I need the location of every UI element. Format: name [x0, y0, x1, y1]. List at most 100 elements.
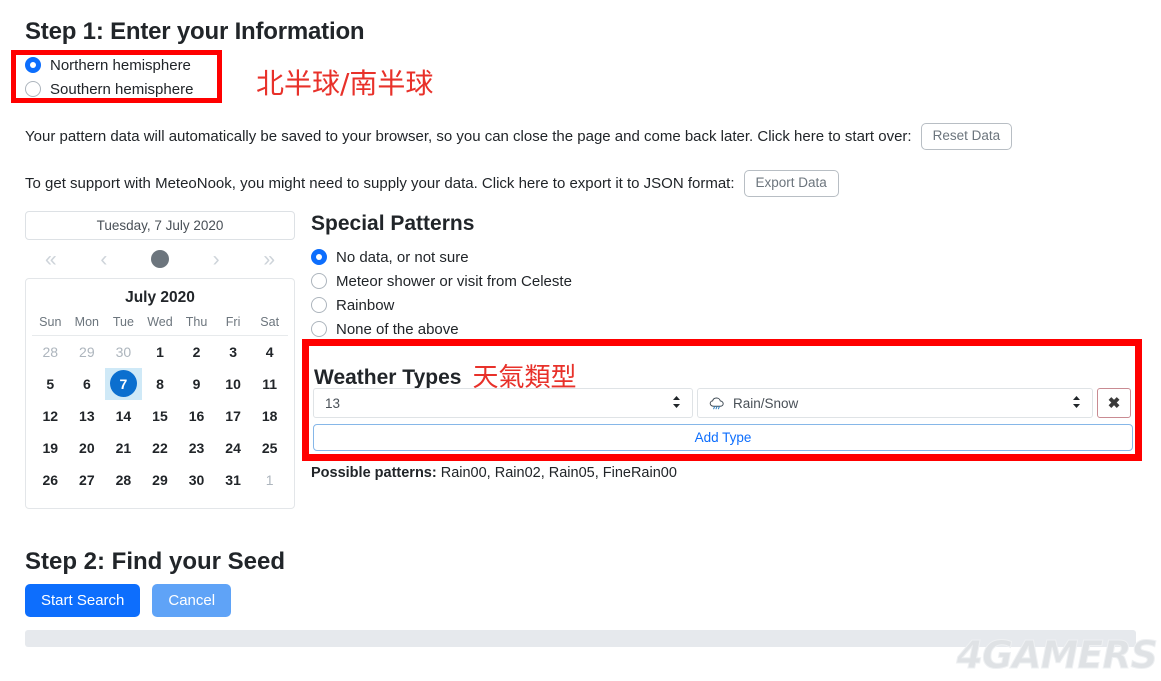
radio-southern-hemisphere-indicator[interactable] — [25, 81, 41, 97]
calendar-day[interactable]: 19 — [32, 432, 69, 464]
calendar-day[interactable]: 22 — [142, 432, 179, 464]
radio-meteor-shower[interactable]: Meteor shower or visit from Celeste — [311, 269, 711, 293]
calendar-day[interactable]: 27 — [69, 464, 106, 496]
calendar-weekday-row: Sun Mon Tue Wed Thu Fri Sat — [32, 314, 288, 336]
calendar-week-row: 12 13 14 15 16 17 18 — [32, 400, 288, 432]
step1-heading: Step 1: Enter your Information — [25, 18, 365, 45]
radio-rainbow[interactable]: Rainbow — [311, 293, 711, 317]
export-notice-text: To get support with MeteoNook, you might… — [25, 174, 735, 192]
radio-none-of-the-above-indicator[interactable] — [311, 321, 327, 337]
radio-rainbow-indicator[interactable] — [311, 297, 327, 313]
calendar-day[interactable]: 17 — [215, 400, 252, 432]
watermark-4gamers: 4GAMERS — [956, 633, 1158, 678]
weekday-thu: Thu — [178, 314, 215, 336]
possible-patterns-values: Rain00, Rain02, Rain05, FineRain00 — [440, 465, 677, 481]
calendar-day[interactable]: 6 — [69, 368, 106, 400]
hemisphere-annotation-cn: 北半球/南半球 — [256, 67, 434, 100]
calendar-day[interactable]: 31 — [215, 464, 252, 496]
weekday-fri: Fri — [214, 314, 252, 336]
radio-northern-hemisphere-label: Northern hemisphere — [50, 56, 191, 74]
weather-types-header: Weather Types 天氣類型 — [314, 355, 576, 393]
weather-hour-select[interactable]: 13 — [313, 388, 693, 418]
weather-type-select[interactable]: Rain/Snow — [697, 388, 1093, 418]
weather-type-value-wrap: Rain/Snow — [709, 396, 798, 411]
radio-southern-hemisphere[interactable]: Southern hemisphere — [25, 77, 215, 101]
radio-rainbow-label: Rainbow — [336, 296, 395, 314]
calendar-day[interactable]: 2 — [178, 336, 215, 368]
cloud-rain-icon — [709, 396, 726, 411]
start-search-button[interactable]: Start Search — [25, 584, 141, 617]
radio-southern-hemisphere-label: Southern hemisphere — [50, 80, 194, 98]
calendar-day[interactable]: 30 — [178, 464, 215, 496]
calendar-day[interactable]: 13 — [69, 400, 106, 432]
radio-none-of-the-above-label: None of the above — [336, 320, 459, 338]
export-notice-line: To get support with MeteoNook, you might… — [25, 170, 839, 197]
radio-no-data-indicator[interactable] — [311, 249, 327, 265]
calendar-day[interactable]: 3 — [215, 336, 252, 368]
calendar-day[interactable]: 12 — [32, 400, 69, 432]
calendar-day[interactable]: 16 — [178, 400, 215, 432]
next-year-icon[interactable]: » — [263, 249, 275, 270]
chevron-updown-icon[interactable] — [670, 395, 683, 411]
calendar-day[interactable]: 1 — [142, 336, 179, 368]
possible-patterns-line: Possible patterns: Rain00, Rain02, Rain0… — [311, 465, 677, 481]
calendar-day[interactable]: 15 — [142, 400, 179, 432]
reset-data-button[interactable]: Reset Data — [920, 123, 1013, 150]
calendar-day[interactable]: 14 — [105, 400, 142, 432]
add-weather-type-button[interactable]: Add Type — [313, 424, 1133, 451]
weekday-mon: Mon — [68, 314, 106, 336]
calendar-day[interactable]: 18 — [251, 400, 288, 432]
calendar-day[interactable]: 28 — [32, 336, 69, 368]
weather-type-value: Rain/Snow — [733, 395, 799, 411]
calendar-month-title: July 2020 — [125, 289, 195, 306]
calendar-day[interactable]: 9 — [178, 368, 215, 400]
calendar-week-row: 28 29 30 1 2 3 4 — [32, 336, 288, 368]
radio-no-data[interactable]: No data, or not sure — [311, 245, 711, 269]
selected-date-display[interactable]: Tuesday, 7 July 2020 — [25, 211, 295, 240]
weekday-sat: Sat — [251, 314, 288, 336]
calendar-day[interactable]: 29 — [69, 336, 106, 368]
export-data-button[interactable]: Export Data — [743, 170, 839, 197]
calendar-body: 28 29 30 1 2 3 4 5 6 7 8 9 10 11 12 13 1… — [32, 336, 288, 496]
calendar-day[interactable]: 11 — [251, 368, 288, 400]
calendar-day[interactable]: 29 — [142, 464, 179, 496]
calendar-day[interactable]: 21 — [105, 432, 142, 464]
radio-meteor-shower-indicator[interactable] — [311, 273, 327, 289]
next-month-icon[interactable]: › — [213, 249, 220, 270]
step2-action-buttons: Start Search Cancel — [25, 584, 232, 617]
calendar-day[interactable]: 20 — [69, 432, 106, 464]
radio-none-of-the-above[interactable]: None of the above — [311, 317, 711, 341]
calendar-day[interactable]: 10 — [215, 368, 252, 400]
step2-heading: Step 2: Find your Seed — [25, 548, 286, 575]
chevron-updown-icon[interactable] — [1070, 395, 1083, 411]
calendar-day[interactable]: 1 — [251, 464, 288, 496]
calendar-day[interactable]: 23 — [178, 432, 215, 464]
radio-northern-hemisphere-indicator[interactable] — [25, 57, 41, 73]
weather-types-heading: Weather Types — [314, 366, 462, 389]
save-notice-line: Your pattern data will automatically be … — [25, 123, 1013, 150]
calendar-day[interactable]: 24 — [215, 432, 252, 464]
calendar-day[interactable]: 26 — [32, 464, 69, 496]
calendar-day[interactable]: 5 — [32, 368, 69, 400]
calendar-day[interactable]: 4 — [251, 336, 288, 368]
calendar-day-selected[interactable]: 7 — [105, 367, 142, 400]
delete-weather-type-button[interactable]: ✖ — [1097, 388, 1131, 418]
calendar-day[interactable]: 25 — [251, 432, 288, 464]
weather-type-row: 13 Rain/Snow ✖ — [313, 388, 1133, 418]
cancel-button[interactable]: Cancel — [152, 584, 232, 617]
calendar-day[interactable]: 28 — [105, 464, 142, 496]
save-notice-text: Your pattern data will automatically be … — [25, 127, 912, 145]
calendar-week-row: 26 27 28 29 30 31 1 — [32, 464, 288, 496]
today-circle-icon[interactable] — [151, 250, 169, 268]
weather-hour-value: 13 — [325, 395, 341, 411]
possible-patterns-label: Possible patterns: — [311, 465, 437, 481]
radio-meteor-shower-label: Meteor shower or visit from Celeste — [336, 272, 572, 290]
weekday-wed: Wed — [141, 314, 179, 336]
radio-northern-hemisphere[interactable]: Northern hemisphere — [25, 53, 215, 77]
special-patterns-heading: Special Patterns — [311, 212, 475, 235]
prev-year-icon[interactable]: « — [45, 249, 57, 270]
prev-month-icon[interactable]: ‹ — [100, 249, 107, 270]
calendar-day[interactable]: 8 — [142, 368, 179, 400]
calendar-week-row: 5 6 7 8 9 10 11 — [32, 367, 288, 400]
calendar-day[interactable]: 30 — [105, 336, 142, 368]
